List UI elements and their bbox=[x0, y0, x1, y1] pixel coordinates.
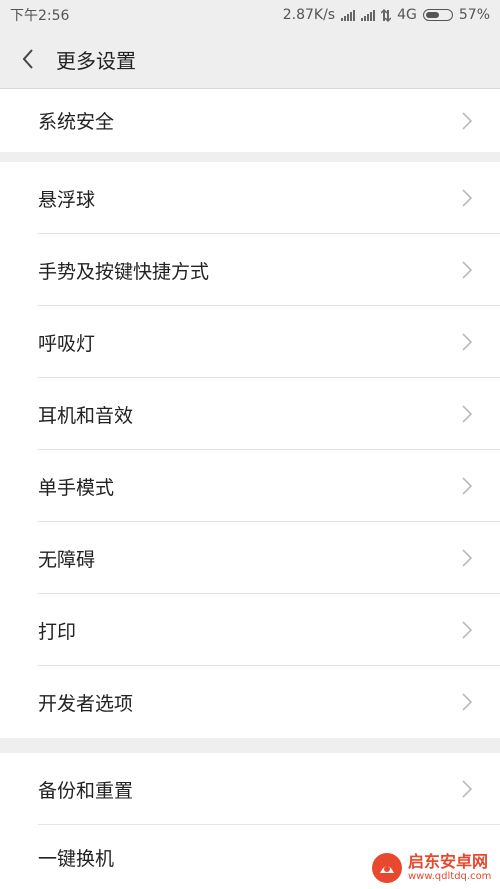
signal-strength-icon-2 bbox=[361, 9, 376, 21]
settings-item-notification-light[interactable]: 呼吸灯 bbox=[0, 306, 500, 378]
page-title: 更多设置 bbox=[56, 48, 136, 73]
settings-item-label: 悬浮球 bbox=[38, 188, 96, 211]
app-header: 更多设置 bbox=[0, 30, 500, 89]
watermark-icon bbox=[372, 852, 402, 883]
back-button[interactable] bbox=[0, 30, 56, 89]
settings-item-developer-options[interactable]: 开发者选项 bbox=[0, 666, 500, 738]
settings-item-label: 呼吸灯 bbox=[38, 332, 96, 355]
network-speed: 2.87K/s bbox=[282, 7, 336, 23]
settings-group-features: 悬浮球 手势及按键快捷方式 呼吸灯 耳机和音效 单手模式 无障碍 打印 开发者选… bbox=[0, 162, 500, 738]
chevron-right-icon bbox=[460, 111, 474, 131]
battery-fill bbox=[425, 12, 439, 18]
data-transfer-icon bbox=[381, 8, 392, 22]
battery-icon bbox=[422, 9, 453, 21]
settings-item-one-handed-mode[interactable]: 单手模式 bbox=[0, 450, 500, 522]
watermark-logo: 启东安卓网 www.qdltdq.com bbox=[370, 846, 500, 889]
chevron-right-icon bbox=[460, 620, 474, 640]
battery-percent: 57% bbox=[458, 7, 490, 23]
watermark-title: 启东安卓网 bbox=[408, 851, 489, 871]
settings-item-label: 耳机和音效 bbox=[38, 404, 134, 427]
settings-item-label: 系统安全 bbox=[38, 111, 115, 133]
settings-item-accessibility[interactable]: 无障碍 bbox=[0, 522, 500, 594]
settings-item-label: 单手模式 bbox=[38, 476, 115, 499]
settings-item-backup-reset[interactable]: 备份和重置 bbox=[0, 753, 500, 825]
settings-item-label: 一键换机 bbox=[38, 847, 115, 870]
watermark-url: www.qdltdq.com bbox=[408, 870, 492, 882]
status-time: 下午2:56 bbox=[10, 8, 70, 24]
status-right: 2.87K/s 4G 57% bbox=[283, 7, 490, 23]
settings-item-floating-ball[interactable]: 悬浮球 bbox=[0, 162, 500, 234]
chevron-right-icon bbox=[460, 476, 474, 496]
settings-item-label: 手势及按键快捷方式 bbox=[38, 260, 210, 283]
chevron-right-icon bbox=[460, 779, 474, 799]
settings-item-system-security[interactable]: 系统安全 bbox=[0, 89, 500, 152]
chevron-right-icon bbox=[460, 404, 474, 424]
settings-group-security: 系统安全 bbox=[0, 89, 500, 152]
status-bar: 下午2:56 2.87K/s 4G 57% bbox=[0, 0, 500, 30]
chevron-right-icon bbox=[460, 260, 474, 280]
watermark-text: 启东安卓网 www.qdltdq.com bbox=[408, 851, 492, 883]
settings-item-print[interactable]: 打印 bbox=[0, 594, 500, 666]
chevron-left-icon bbox=[22, 49, 33, 69]
settings-item-label: 开发者选项 bbox=[38, 692, 134, 715]
network-type: 4G bbox=[397, 7, 417, 23]
settings-item-label: 打印 bbox=[38, 620, 77, 643]
chevron-right-icon bbox=[460, 692, 474, 712]
chevron-right-icon bbox=[460, 332, 474, 352]
settings-item-headphones-audio[interactable]: 耳机和音效 bbox=[0, 378, 500, 450]
chevron-right-icon bbox=[460, 548, 474, 568]
chevron-right-icon bbox=[460, 188, 474, 208]
signal-strength-icon bbox=[341, 9, 356, 21]
settings-item-gesture-shortcuts[interactable]: 手势及按键快捷方式 bbox=[0, 234, 500, 306]
settings-item-label: 无障碍 bbox=[38, 548, 96, 571]
settings-item-label: 备份和重置 bbox=[38, 779, 134, 802]
